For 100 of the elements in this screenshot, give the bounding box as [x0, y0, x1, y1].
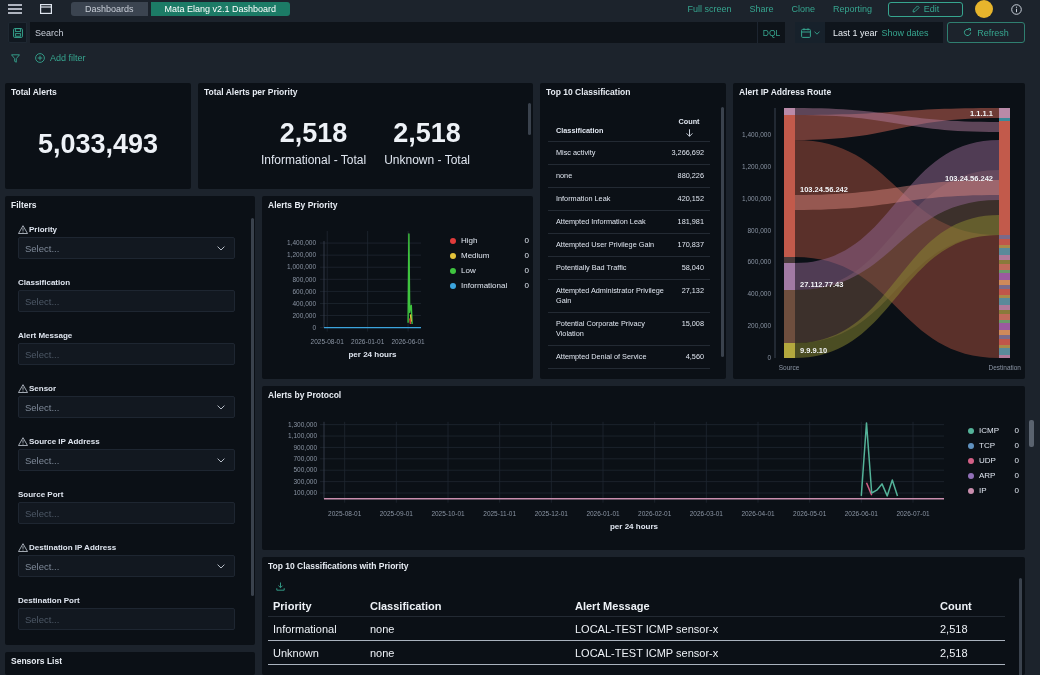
legend-label[interactable]: ICMP: [979, 426, 1011, 435]
header-link[interactable]: Clone: [791, 4, 815, 14]
header-link[interactable]: Reporting: [832, 4, 872, 14]
legend-value: 0: [523, 236, 529, 245]
table-cell: 2,518: [935, 640, 1005, 665]
panel-title: Total Alerts: [10, 86, 58, 99]
info-icon[interactable]: [1011, 3, 1022, 15]
query-language-button[interactable]: DQL: [757, 22, 785, 43]
scrollbar[interactable]: [721, 107, 724, 357]
field-label: Destination Port: [18, 595, 80, 605]
saved-query-button[interactable]: [8, 22, 27, 43]
field-label: Destination IP Address: [29, 542, 117, 552]
filter-icon[interactable]: [11, 53, 20, 63]
table-cell: none: [365, 616, 570, 641]
warning-icon: [18, 383, 28, 393]
metric-value: 2,518: [279, 118, 348, 148]
refresh-icon: [963, 28, 973, 37]
panel-title: Top 10 Classification: [545, 86, 632, 99]
field-label: Alert Message: [18, 330, 73, 340]
show-dates-link[interactable]: Show dates: [881, 27, 929, 38]
caret-icon: [217, 563, 225, 569]
legend-value: 0: [1013, 471, 1019, 480]
legend-value: 0: [1013, 441, 1019, 450]
column-header[interactable]: Count: [935, 595, 1005, 617]
caret-icon: [217, 457, 225, 463]
line-series: [860, 422, 899, 497]
avatar-icon[interactable]: [975, 0, 993, 18]
legend-value: 0: [523, 266, 529, 275]
panel-title: Filters: [10, 199, 38, 212]
table-cell: Unknown: [268, 640, 365, 665]
legend-label[interactable]: Medium: [461, 251, 521, 260]
scrollbar[interactable]: [528, 103, 531, 135]
legend-label[interactable]: UDP: [979, 456, 1011, 465]
panel-title: Alert IP Address Route: [738, 86, 833, 99]
legend-value: 0: [1013, 486, 1019, 495]
select-field[interactable]: Select...: [18, 449, 235, 471]
scrollbar[interactable]: [1029, 420, 1034, 447]
legend-label[interactable]: Informational: [461, 281, 521, 290]
download-icon[interactable]: [276, 582, 285, 591]
header-link[interactable]: Full screen: [687, 4, 732, 14]
caret-icon: [217, 404, 225, 410]
breadcrumb[interactable]: Dashboards: [71, 2, 148, 16]
breadcrumb[interactable]: Mata Elang v2.1 Dashboard: [150, 2, 291, 16]
scrollbar[interactable]: [251, 218, 254, 596]
edit-button[interactable]: Edit: [888, 1, 963, 17]
legend-label[interactable]: Low: [461, 266, 521, 275]
column-header[interactable]: Alert Message: [570, 595, 935, 617]
warning-icon: [18, 224, 28, 234]
add-filter-button[interactable]: Add filter: [35, 53, 86, 63]
calendar-icon: [800, 27, 811, 38]
table-cell: LOCAL-TEST ICMP sensor-x: [570, 640, 935, 665]
select-field[interactable]: Select...: [18, 555, 235, 577]
panel-title: Alerts By Priority: [267, 199, 339, 212]
refresh-button[interactable]: Refresh: [947, 22, 1025, 43]
search-field[interactable]: Search: [30, 22, 757, 43]
line-series: [407, 233, 413, 325]
legend-label[interactable]: IP: [979, 486, 1011, 495]
metric-label: Unknown - Total: [384, 153, 470, 167]
panel-title: Sensors List: [10, 655, 64, 668]
scrollbar[interactable]: [1019, 578, 1022, 675]
table-cell: Informational: [268, 616, 365, 641]
axis-title: per 24 hours: [610, 521, 658, 531]
axis-title: per 24 hours: [348, 350, 397, 359]
header-link[interactable]: Share: [749, 4, 774, 14]
legend-value: 0: [523, 281, 529, 290]
field-label: Source IP Address: [29, 436, 100, 446]
legend-value: 0: [1013, 426, 1019, 435]
save-icon: [12, 27, 23, 38]
column-header[interactable]: Classification: [365, 595, 570, 617]
sort-arrow-icon[interactable]: [685, 128, 693, 137]
legend-value: 0: [523, 251, 529, 260]
field-label: Classification: [18, 277, 70, 287]
field-label: Priority: [29, 224, 57, 234]
metric-value: 2,518: [393, 118, 461, 148]
plus-circle-icon: [35, 53, 45, 63]
date-range-text: Last 1 year: [833, 27, 878, 38]
select-field[interactable]: Select...: [18, 237, 235, 259]
warning-icon: [18, 436, 28, 446]
caret-icon: [217, 245, 225, 251]
legend-label[interactable]: High: [461, 236, 521, 245]
window-icon[interactable]: [40, 4, 52, 14]
menu-icon[interactable]: [8, 4, 22, 14]
column-header[interactable]: Priority: [268, 595, 365, 617]
caret-icon: [813, 30, 820, 35]
table-cell: none: [365, 640, 570, 665]
panel-title: Top 10 Classifications with Priority: [267, 560, 410, 573]
legend-value: 0: [1013, 456, 1019, 465]
metric-label: Informational - Total: [261, 153, 367, 167]
warning-icon: [18, 542, 28, 552]
field-label: Sensor: [29, 383, 57, 393]
legend-label[interactable]: ARP: [979, 471, 1011, 480]
legend-label[interactable]: TCP: [979, 441, 1011, 450]
table-cell: 2,518: [935, 616, 1005, 641]
field-label: Source Port: [18, 489, 64, 499]
select-field[interactable]: Select...: [18, 396, 235, 418]
date-picker-button[interactable]: [795, 22, 825, 43]
table-cell: LOCAL-TEST ICMP sensor-x: [570, 616, 935, 641]
panel-title: Alerts by Protocol: [267, 389, 343, 402]
panel-title: Total Alerts per Priority: [203, 86, 299, 99]
pencil-icon: [911, 5, 920, 13]
